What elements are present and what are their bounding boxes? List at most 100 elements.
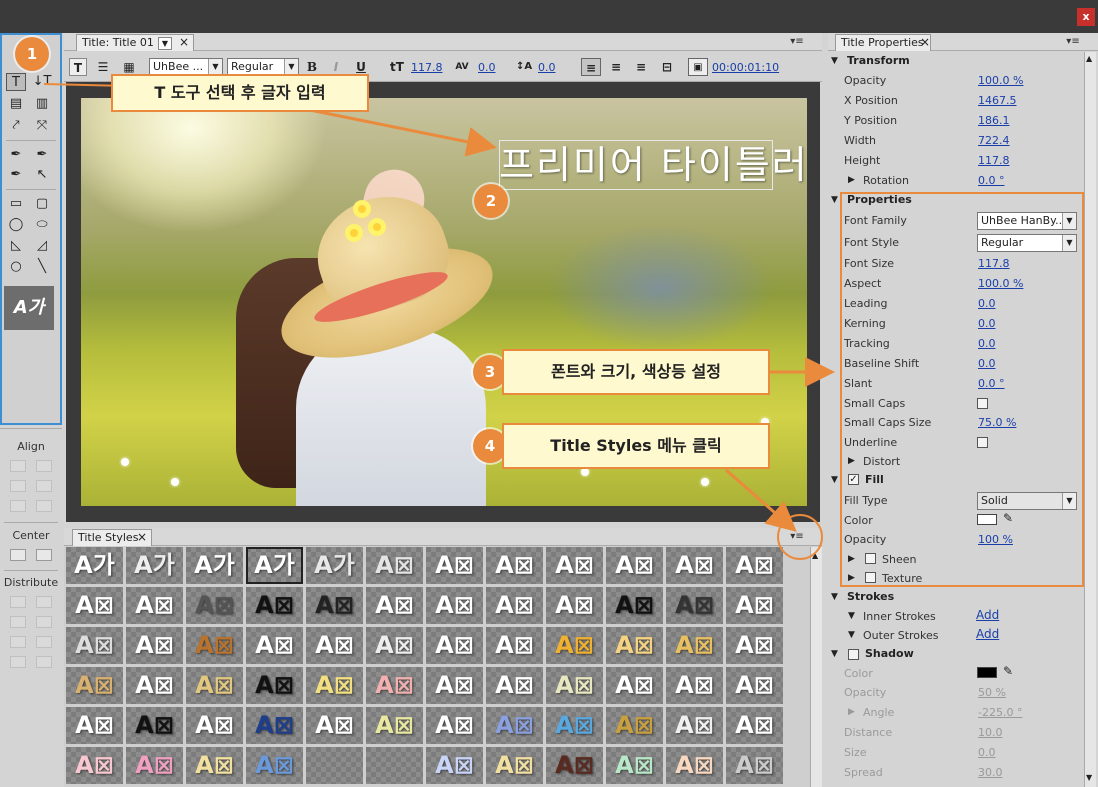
title-style-swatch[interactable]: A⊠ <box>246 667 303 704</box>
background-video-icon[interactable]: ▣ <box>688 58 708 76</box>
title-panel-menu-icon[interactable]: ▾≡ <box>788 36 806 48</box>
font-family-dropdown[interactable]: UhBee HanBy... ▼ <box>977 212 1077 230</box>
align-center-text-icon[interactable]: ≡ <box>606 58 626 76</box>
title-style-swatch[interactable]: A⊠ <box>606 747 663 784</box>
title-style-swatch[interactable]: A⊠ <box>726 747 783 784</box>
distribute-right-button[interactable] <box>10 636 26 648</box>
shadow-size-value[interactable]: 0.0 <box>978 746 996 759</box>
title-style-swatch[interactable]: A⊠ <box>606 667 663 704</box>
vertical-area-type-tool-icon[interactable]: ▥ <box>32 95 52 113</box>
inner-strokes-collapse-icon[interactable]: ▼ <box>848 611 855 621</box>
properties-scrollbar[interactable] <box>1084 52 1096 787</box>
shadow-collapse-icon[interactable]: ▼ <box>831 649 838 659</box>
title-properties-menu-icon[interactable]: ▾≡ <box>1064 36 1082 48</box>
distribute-hcenter-button[interactable] <box>10 616 26 628</box>
title-style-swatch[interactable]: A⊠ <box>486 547 543 584</box>
title-style-swatch[interactable]: A⊠ <box>306 627 363 664</box>
font-size-value[interactable]: 117.8 <box>978 257 1010 270</box>
title-style-swatch[interactable]: A⊠ <box>606 707 663 744</box>
scroll-down-icon[interactable]: ▼ <box>1086 773 1092 782</box>
title-text[interactable]: 프리미어 타이틀러 <box>499 138 807 192</box>
distribute-vcenter-button[interactable] <box>36 616 52 628</box>
ellipse-tool-icon[interactable]: ○ <box>6 258 26 276</box>
title-style-swatch[interactable]: A⊠ <box>486 627 543 664</box>
slant-value[interactable]: 0.0 ° <box>978 377 1005 390</box>
title-style-swatch[interactable]: A⊠ <box>666 587 723 624</box>
pen-tool-icon[interactable]: ✒ <box>6 146 26 164</box>
leading-value[interactable]: 0.0 <box>538 61 556 74</box>
fill-collapse-icon[interactable]: ▼ <box>831 475 838 485</box>
title-style-swatch[interactable]: A가 <box>306 547 363 584</box>
new-title-icon[interactable]: T <box>69 58 87 76</box>
transform-collapse-icon[interactable]: ▼ <box>831 56 838 66</box>
transform-header[interactable]: Transform <box>847 54 910 67</box>
distribute-vspace-button[interactable] <box>36 656 52 668</box>
fill-color-swatch[interactable] <box>977 514 997 525</box>
title-style-swatch[interactable]: A⊠ <box>186 627 243 664</box>
title-style-swatch[interactable]: A⊠ <box>666 547 723 584</box>
scroll-up-icon[interactable]: ▲ <box>812 551 818 560</box>
title-styles-scrollbar[interactable] <box>810 547 822 787</box>
tab-title-01[interactable]: Title: Title 01 <box>76 34 194 51</box>
wedge-tool-icon[interactable]: ◺ <box>6 237 26 255</box>
texture-checkbox[interactable] <box>865 572 876 583</box>
vertical-path-type-tool-icon[interactable]: ⤧ <box>32 117 52 135</box>
title-style-swatch[interactable]: A⊠ <box>246 707 303 744</box>
title-style-swatch[interactable]: A⊠ <box>726 547 783 584</box>
title-style-swatch[interactable]: A⊠ <box>126 587 183 624</box>
eyedropper-icon[interactable]: ✎ <box>1003 511 1013 525</box>
title-style-swatch[interactable]: A⊠ <box>726 667 783 704</box>
roll-crawl-options-icon[interactable]: ☰ <box>94 58 112 76</box>
align-bottom-button[interactable] <box>36 480 52 492</box>
tab-stops-icon[interactable]: ⊟ <box>656 58 678 76</box>
rotation-value[interactable]: 0.0 ° <box>978 174 1005 187</box>
title-style-swatch[interactable]: A⊠ <box>366 667 423 704</box>
title-style-swatch[interactable]: A⊠ <box>546 627 603 664</box>
title-style-swatch[interactable] <box>366 747 423 784</box>
title-styles-close-icon[interactable]: × <box>137 530 147 544</box>
window-close-button[interactable]: x <box>1077 8 1095 26</box>
small-caps-checkbox[interactable] <box>977 398 988 409</box>
opacity-value[interactable]: 100.0 % <box>978 74 1023 87</box>
small-caps-size-value[interactable]: 75.0 % <box>978 416 1016 429</box>
fill-opacity-value[interactable]: 100 % <box>978 533 1013 546</box>
title-style-swatch[interactable]: A⊠ <box>306 707 363 744</box>
title-style-swatch[interactable]: A⊠ <box>726 627 783 664</box>
leading-value[interactable]: 0.0 <box>978 297 996 310</box>
distribute-left-button[interactable] <box>10 596 26 608</box>
strokes-collapse-icon[interactable]: ▼ <box>831 592 838 602</box>
fill-header[interactable]: Fill <box>865 473 884 486</box>
title-style-swatch[interactable]: A가 <box>246 547 303 584</box>
strokes-header[interactable]: Strokes <box>847 590 894 603</box>
title-style-swatch[interactable]: A⊠ <box>546 667 603 704</box>
y-position-value[interactable]: 186.1 <box>978 114 1010 127</box>
title-style-swatch[interactable]: A⊠ <box>186 587 243 624</box>
line-tool-icon[interactable]: ╲ <box>32 258 52 276</box>
align-left-text-icon[interactable]: ≡ <box>581 58 601 76</box>
title-style-swatch[interactable]: A⊠ <box>126 707 183 744</box>
shadow-opacity-value[interactable]: 50 % <box>978 686 1006 699</box>
rectangle-tool-icon[interactable]: ▭ <box>6 195 26 213</box>
title-tab-close-icon[interactable]: × <box>179 35 189 49</box>
title-style-swatch[interactable]: A⊠ <box>486 747 543 784</box>
title-style-swatch[interactable]: A⊠ <box>606 627 663 664</box>
distribute-top-button[interactable] <box>36 596 52 608</box>
properties-header[interactable]: Properties <box>847 193 912 206</box>
align-right-text-icon[interactable]: ≡ <box>631 58 651 76</box>
title-style-swatch[interactable]: A가 <box>66 547 123 584</box>
title-style-swatch[interactable]: A⊠ <box>486 707 543 744</box>
title-style-swatch[interactable]: A⊠ <box>426 707 483 744</box>
type-tool-icon[interactable]: T <box>6 73 26 91</box>
inner-strokes-add-link[interactable]: Add <box>976 608 999 622</box>
shadow-spread-value[interactable]: 30.0 <box>978 766 1003 779</box>
title-style-swatch[interactable]: A⊠ <box>426 667 483 704</box>
kerning-value[interactable]: 0.0 <box>978 317 996 330</box>
font-size-value[interactable]: 117.8 <box>411 61 443 74</box>
title-style-swatch[interactable]: A⊠ <box>366 587 423 624</box>
title-style-swatch[interactable]: A⊠ <box>366 547 423 584</box>
texture-expand-icon[interactable]: ▶ <box>848 573 855 583</box>
vertical-type-tool-icon[interactable]: ↓T <box>32 73 52 91</box>
title-style-swatch[interactable]: A⊠ <box>666 747 723 784</box>
scroll-up-icon[interactable]: ▲ <box>1086 54 1092 63</box>
fill-type-dropdown[interactable]: Solid ▼ <box>977 492 1077 510</box>
